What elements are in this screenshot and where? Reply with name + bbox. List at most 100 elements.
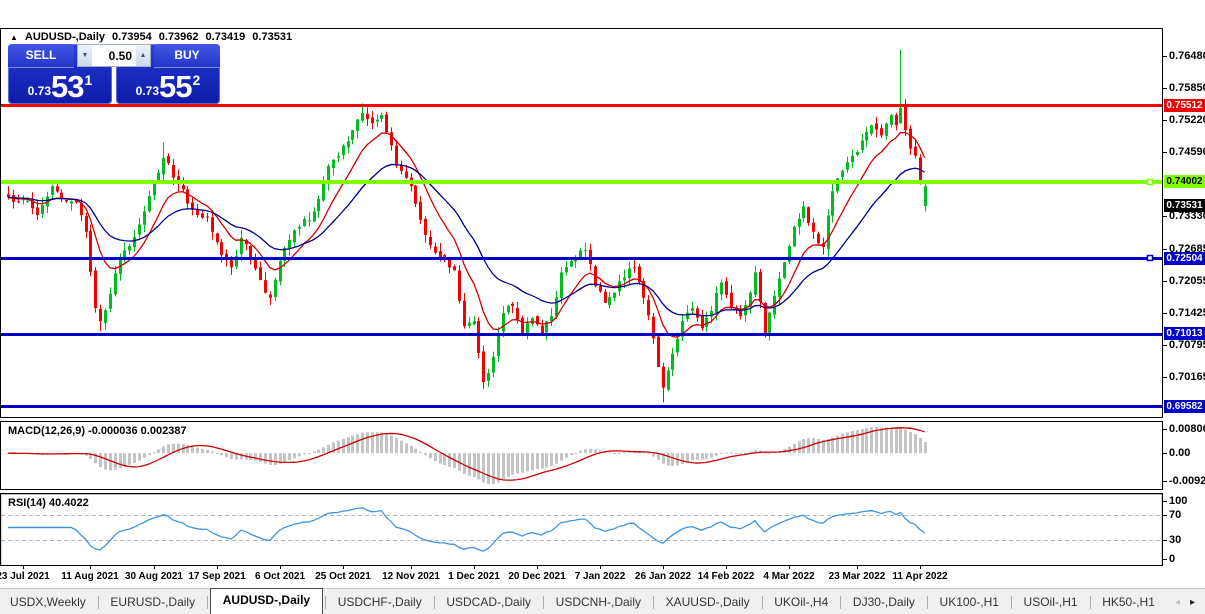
date-tick bbox=[663, 566, 664, 569]
axis-tick bbox=[1163, 216, 1167, 217]
price-level-badge: 0.73531 bbox=[1164, 199, 1205, 212]
chart-tab-uk100-h1[interactable]: UK100-,H1 bbox=[930, 591, 1009, 613]
volume-decrease-button[interactable]: ▼ bbox=[78, 45, 92, 66]
date-label: 11 Apr 2022 bbox=[892, 571, 948, 582]
price-tick-label: 0.75220 bbox=[1169, 114, 1205, 126]
axis-tick bbox=[1163, 377, 1167, 378]
buy-price-sup: 2 bbox=[192, 72, 201, 88]
price-tick-label: 0.72055 bbox=[1169, 275, 1205, 287]
tab-separator bbox=[1089, 595, 1091, 609]
ohlc-open: 0.73954 bbox=[112, 31, 152, 43]
chart-tab-usdx-weekly[interactable]: USDX,Weekly bbox=[0, 591, 96, 613]
chart-tab-ukoil-h4[interactable]: UKOil-,H4 bbox=[764, 591, 838, 613]
price-tick-label: 0.70165 bbox=[1169, 371, 1205, 383]
date-tick bbox=[920, 566, 921, 569]
ohlc-high: 0.73962 bbox=[158, 31, 199, 43]
buy-button[interactable]: BUY bbox=[154, 44, 220, 68]
date-tick bbox=[217, 566, 218, 569]
date-label: 14 Feb 2022 bbox=[697, 571, 755, 582]
macd-axis-label: 0.008061 bbox=[1169, 423, 1205, 435]
rsi-axis-label: 0 bbox=[1169, 553, 1176, 565]
price-axis: 0.76480 0.75850 0.75220 0.74590 0.73330 0.726… bbox=[1163, 0, 1205, 588]
volume-increase-button[interactable]: ▲ bbox=[136, 45, 150, 66]
chart-tab-usdcnh-daily[interactable]: USDCNH-,Daily bbox=[546, 591, 651, 613]
price-level-badge: 0.69582 bbox=[1164, 400, 1205, 413]
tab-scroll-right-icon[interactable]: ▸ bbox=[1190, 597, 1195, 608]
sell-price-small: 0.73 bbox=[27, 84, 52, 98]
macd-label: MACD(12,26,9) -0.000036 0.002387 bbox=[8, 425, 187, 437]
one-click-trading-widget: SELL 0.73531 BUY 0.73552 ▼ ▲ bbox=[8, 44, 220, 104]
macd-axis-label: 0.00 bbox=[1169, 447, 1191, 459]
sell-price-sup: 1 bbox=[84, 72, 93, 88]
date-tick bbox=[411, 566, 412, 569]
symbol-dropdown-arrow-icon[interactable]: ▲ bbox=[10, 33, 18, 42]
rsi-axis-label: 100 bbox=[1169, 495, 1188, 507]
date-label: 23 Mar 2022 bbox=[828, 571, 886, 582]
volume-input[interactable] bbox=[92, 45, 136, 66]
date-tick bbox=[789, 566, 790, 569]
rsi-indicator-chart[interactable] bbox=[0, 493, 1163, 565]
sell-button[interactable]: SELL bbox=[8, 44, 74, 68]
chart-tab-eurusd-daily[interactable]: EURUSD-,Daily bbox=[100, 591, 205, 613]
volume-stepper: ▼ ▲ bbox=[77, 44, 151, 67]
axis-tick bbox=[1163, 429, 1167, 430]
sell-price-big: 53 bbox=[51, 69, 84, 104]
axis-tick bbox=[1163, 152, 1167, 153]
chart-tab-hk50-h1[interactable]: HK50-,H1 bbox=[1092, 591, 1165, 613]
date-label: 26 Jan 2022 bbox=[634, 571, 692, 582]
buy-price-small: 0.73 bbox=[135, 84, 160, 98]
axis-tick bbox=[1163, 88, 1167, 89]
buy-price-big: 55 bbox=[159, 69, 192, 104]
price-tick-label: 0.76480 bbox=[1169, 50, 1205, 62]
date-axis: 23 Jul 2021 11 Aug 2021 30 Aug 2021 17 Sep … bbox=[0, 565, 1163, 589]
date-label: 1 Dec 2021 bbox=[448, 571, 500, 582]
axis-tick bbox=[1163, 481, 1167, 482]
chart-tab-audusd-daily[interactable]: AUDUSD-,Daily bbox=[209, 588, 324, 614]
tab-separator bbox=[653, 595, 654, 609]
date-label: 23 Jul 2021 bbox=[0, 571, 50, 582]
chart-tab-usoil-h1[interactable]: USOil-,H1 bbox=[1014, 591, 1088, 613]
tab-separator bbox=[97, 595, 99, 609]
price-tick-label: 0.71425 bbox=[1169, 307, 1205, 319]
date-tick bbox=[90, 566, 91, 569]
tab-separator bbox=[543, 595, 544, 609]
date-label: 30 Aug 2021 bbox=[125, 571, 183, 582]
chart-tab-dj30-daily[interactable]: DJ30-,Daily bbox=[843, 591, 925, 613]
rsi-axis-label: 30 bbox=[1169, 534, 1182, 546]
tab-separator bbox=[926, 595, 928, 609]
tab-separator bbox=[325, 595, 326, 609]
tab-separator bbox=[840, 595, 841, 609]
date-tick bbox=[23, 566, 24, 569]
date-label: 6 Oct 2021 bbox=[254, 571, 306, 582]
tab-scroll-left-icon[interactable]: ◂ bbox=[1175, 597, 1180, 608]
rsi-axis-label: 70 bbox=[1169, 509, 1182, 521]
ohlc-close: 0.73531 bbox=[252, 31, 293, 43]
ohlc-low: 0.73419 bbox=[205, 31, 246, 43]
date-tick bbox=[280, 566, 281, 569]
tab-separator bbox=[1010, 595, 1012, 609]
date-label: 7 Jan 2022 bbox=[574, 571, 626, 582]
axis-tick bbox=[1163, 515, 1167, 516]
date-label: 12 Nov 2021 bbox=[382, 571, 440, 582]
price-tick-label: 0.70795 bbox=[1169, 339, 1205, 351]
date-label: 4 Mar 2022 bbox=[763, 571, 815, 582]
symbol-tab-bar: USDX,Weekly EURUSD-,Daily AUDUSD-,Daily USD… bbox=[0, 588, 1205, 614]
chart-tab-usdcad-daily[interactable]: USDCAD-,Daily bbox=[436, 591, 541, 613]
date-tick bbox=[343, 566, 344, 569]
axis-tick bbox=[1163, 281, 1167, 282]
tab-separator bbox=[207, 595, 208, 609]
chart-title: ▲ AUDUSD-,Daily 0.73954 0.73962 0.73419 … bbox=[10, 31, 292, 43]
symbol-label: AUDUSD-,Daily bbox=[24, 31, 105, 43]
rsi-label: RSI(14) 40.4022 bbox=[8, 497, 89, 509]
price-level-badge: 0.72504 bbox=[1164, 252, 1205, 265]
date-tick bbox=[537, 566, 538, 569]
axis-tick bbox=[1163, 249, 1167, 250]
date-label: 11 Aug 2021 bbox=[61, 571, 119, 582]
date-label: 20 Dec 2021 bbox=[508, 571, 566, 582]
chart-tab-usdchf-daily[interactable]: USDCHF-,Daily bbox=[328, 591, 432, 613]
sell-price: 0.73 53 1 bbox=[8, 66, 112, 102]
chart-tab-xauusd-daily[interactable]: XAUUSD-,Daily bbox=[656, 591, 760, 613]
date-tick bbox=[474, 566, 475, 569]
terminal-window: 5M30H1H4D1W1MN ▲ AUDUSD-,Daily 0.73954 0… bbox=[0, 0, 1205, 614]
buy-price: 0.73 55 2 bbox=[116, 66, 220, 102]
